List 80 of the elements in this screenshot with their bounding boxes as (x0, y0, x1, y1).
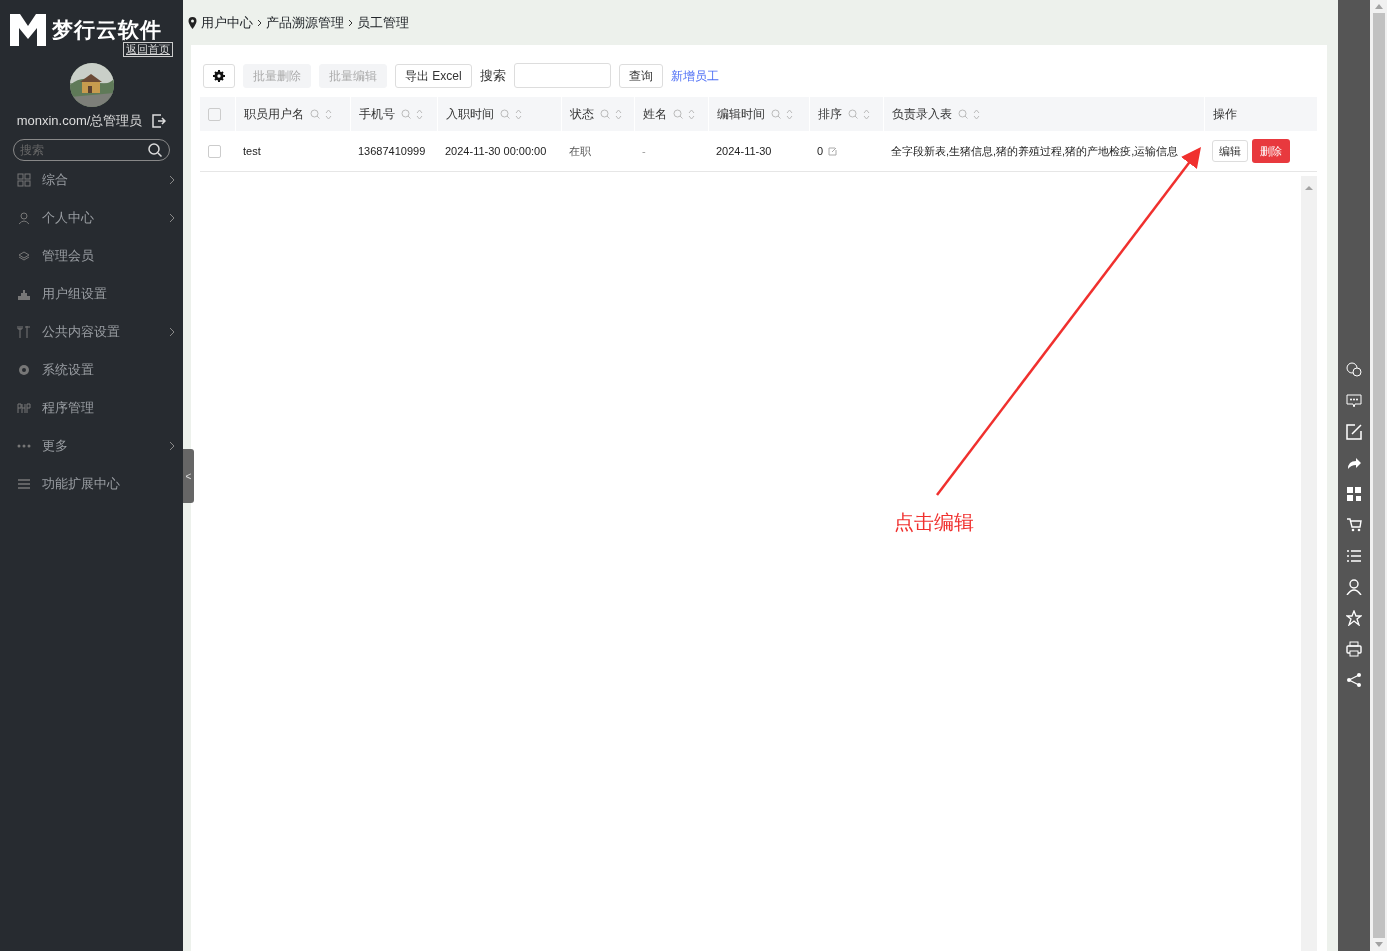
grid-icon (17, 172, 31, 187)
search-icon[interactable] (148, 142, 162, 157)
scroll-down-icon[interactable] (1374, 942, 1383, 947)
tools-icon (17, 324, 31, 339)
share-icon[interactable] (1346, 672, 1362, 688)
menu-icon (17, 476, 31, 491)
table-cell: - (642, 144, 646, 157)
checkbox[interactable] (208, 145, 221, 159)
search-sort-icon[interactable] (499, 109, 522, 121)
comment-icon[interactable] (1346, 393, 1362, 409)
back-home-link[interactable]: 返回首页 (123, 42, 173, 57)
column-header[interactable]: 排序 (817, 107, 842, 121)
menu-item[interactable]: 个人中心 (0, 198, 183, 237)
logout-icon[interactable] (152, 113, 167, 128)
gear-icon (17, 362, 31, 377)
search-sort-icon[interactable] (309, 109, 332, 121)
search-sort-icon[interactable] (599, 109, 622, 121)
menu-item[interactable]: 程序管理 (0, 388, 183, 427)
column-header[interactable]: 状态 (569, 107, 594, 121)
share-arrow-icon[interactable] (1346, 455, 1362, 471)
search-sort-icon[interactable] (957, 109, 980, 121)
column-header: 操作 (1212, 107, 1237, 121)
menu-item[interactable]: 用户组设置 (0, 274, 183, 313)
column-header[interactable]: 编辑时间 (716, 107, 765, 121)
menu-item[interactable]: 公共内容设置 (0, 312, 183, 351)
table-cell: 全字段新表,生猪信息,猪的养殖过程,猪的产地检疫,运输信息 (891, 144, 1179, 157)
table-cell: 13687410999 (358, 144, 426, 157)
collapse-handle[interactable]: < (183, 449, 194, 503)
delete-button[interactable]: 删除 (1252, 138, 1290, 163)
toolbar-button[interactable]: 导出 Excel (395, 63, 472, 88)
menu-item[interactable]: 更多 (0, 426, 183, 465)
search-sort-icon[interactable] (770, 109, 793, 121)
search-sort-icon[interactable] (672, 109, 695, 121)
column-header[interactable]: 入职时间 (445, 107, 494, 121)
menu-item[interactable]: 系统设置 (0, 350, 183, 389)
checkbox[interactable] (208, 108, 221, 122)
search-label: 搜索 (479, 66, 506, 85)
chat-icon[interactable] (1346, 362, 1362, 378)
menu-item[interactable]: 功能扩展中心 (0, 464, 183, 503)
chevron-right-icon (169, 174, 175, 185)
settings-button[interactable] (203, 63, 235, 88)
column-header[interactable]: 姓名 (642, 107, 667, 121)
table-cell: test (243, 144, 261, 157)
menu-item[interactable]: 管理会员 (0, 236, 183, 275)
gear-icon (213, 70, 225, 83)
column-header[interactable]: 负责录入表 (891, 107, 952, 121)
annotation-text: 点击编辑 (894, 510, 974, 535)
scroll-up-icon[interactable] (1374, 4, 1383, 9)
breadcrumb-separator-icon (257, 18, 262, 27)
query-button[interactable]: 查询 (618, 63, 663, 88)
logo-icon[interactable] (10, 14, 46, 46)
add-employee-link[interactable]: 新增员工 (670, 66, 719, 85)
table-cell: 2024-11-30 (716, 144, 772, 157)
scrollbar-thumb[interactable] (1372, 13, 1385, 938)
search-sort-icon[interactable] (400, 109, 423, 121)
chevron-right-icon (169, 212, 175, 223)
menu-item[interactable]: 综合 (0, 160, 183, 199)
user-name[interactable]: monxin.com/总管理员 (16, 111, 143, 131)
list-icon[interactable] (1346, 548, 1362, 564)
user-icon[interactable] (1346, 579, 1362, 595)
cart-icon[interactable] (1346, 517, 1362, 533)
table-cell: 在职 (569, 144, 591, 157)
breadcrumb-link[interactable]: 员工管理 (357, 12, 409, 33)
column-header[interactable]: 手机号 (358, 107, 395, 121)
php-icon (17, 400, 31, 415)
chevron-right-icon (169, 440, 175, 451)
person-icon (17, 210, 31, 225)
search-field[interactable]: 搜索 (13, 138, 170, 161)
edit-button[interactable]: 编辑 (1212, 139, 1248, 162)
location-pin-icon (188, 16, 197, 29)
breadcrumb-separator-icon (348, 18, 353, 27)
chevron-right-icon (169, 326, 175, 337)
print-icon[interactable] (1346, 641, 1362, 657)
breadcrumb-link[interactable]: 用户中心 (201, 12, 253, 33)
search-sort-icon[interactable] (847, 109, 870, 121)
star-icon[interactable] (1346, 610, 1362, 626)
breadcrumb-link[interactable]: 产品溯源管理 (266, 12, 344, 33)
table-cell: 2024-11-30 00:00:00 (445, 144, 547, 157)
qr-code-icon[interactable] (1346, 486, 1362, 502)
table-cell: 0 (817, 144, 824, 157)
